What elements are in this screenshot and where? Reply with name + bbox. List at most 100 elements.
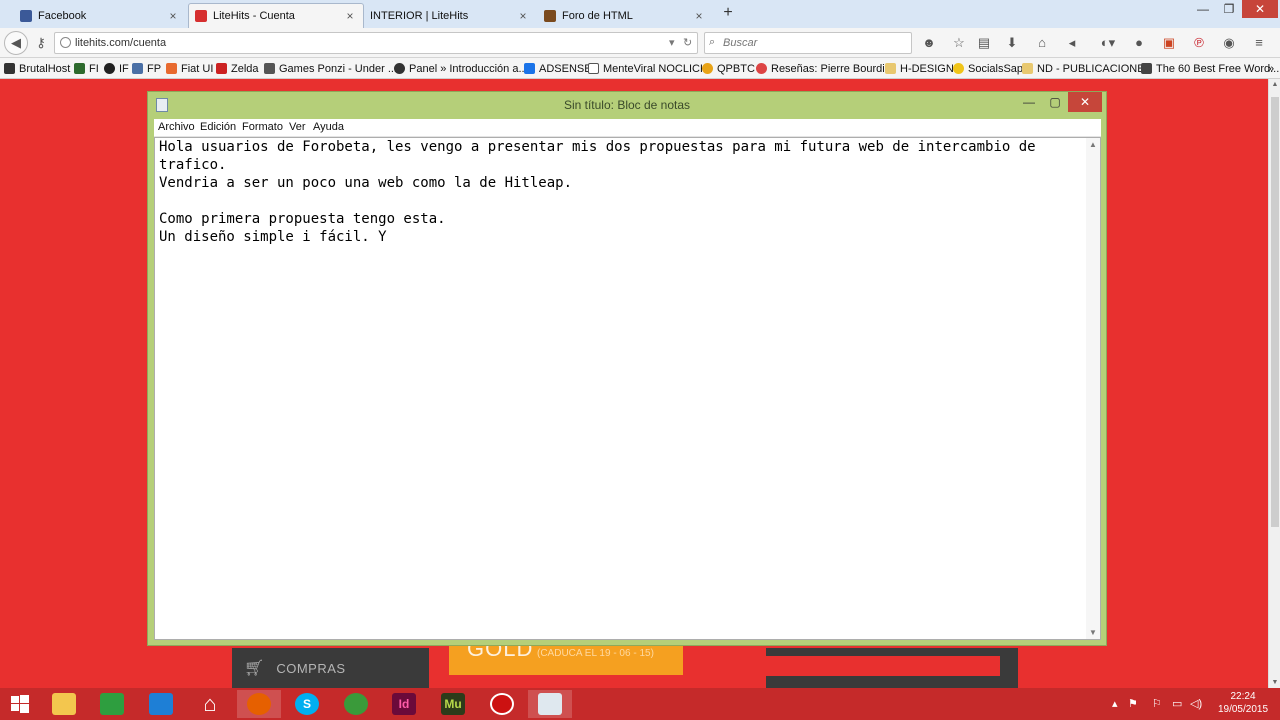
clipboard-icon[interactable]: ▤ <box>975 34 993 52</box>
notepad-close-button[interactable]: ✕ <box>1068 92 1102 112</box>
bookmark-item[interactable]: Panel » Introducción a... <box>394 61 528 76</box>
notepad-minimize-button[interactable]: — <box>1016 92 1042 112</box>
taskbar-chrome[interactable] <box>334 690 378 718</box>
dropdown-arrow-icon[interactable]: ▾ <box>669 36 675 49</box>
scrollbar-thumb[interactable] <box>1271 97 1279 527</box>
flag-icon[interactable]: ⚐ <box>1152 697 1162 710</box>
addon-icon[interactable]: ☻ <box>920 34 938 52</box>
maximize-window-button[interactable]: ❐ <box>1216 0 1242 18</box>
menu-ver[interactable]: Ver <box>289 121 306 133</box>
send-icon[interactable]: ◂ <box>1063 34 1081 52</box>
taskbar-home[interactable]: ⌂ <box>188 690 232 718</box>
taskbar-outlook[interactable] <box>139 690 183 718</box>
scroll-down-icon[interactable]: ▼ <box>1086 628 1100 637</box>
bookmark-folder[interactable]: H-DESIGN <box>885 61 954 76</box>
taskbar-file-explorer[interactable] <box>42 690 86 718</box>
back-button[interactable]: ◀ <box>4 31 28 55</box>
tab-foro-html[interactable]: Foro de HTML × <box>538 3 712 28</box>
bookmark-item[interactable]: QPBTC <box>702 61 755 76</box>
tab-interior-litehits[interactable]: INTERIOR | LiteHits × <box>364 3 536 28</box>
download-icon[interactable]: ⬇ <box>1003 34 1021 52</box>
url-bar[interactable]: litehits.com/cuenta ▾ ↻ <box>54 32 698 54</box>
taskbar-clock[interactable]: 22:24 19/05/2015 <box>1210 690 1276 716</box>
taskbar-notepad[interactable] <box>528 690 572 718</box>
windows-logo-icon <box>11 695 29 713</box>
bookmark-icon <box>4 63 15 74</box>
info-icon[interactable]: ● <box>1130 34 1148 52</box>
globe-icon <box>60 37 71 48</box>
bookmark-item[interactable]: BrutalHost <box>4 61 70 76</box>
bookmark-label: Fiat UI <box>181 62 214 75</box>
bookmark-item[interactable]: Fiat UI <box>166 61 213 76</box>
pinterest-icon[interactable]: ℗ <box>1190 34 1208 52</box>
new-tab-button[interactable]: + <box>720 4 736 22</box>
bookmark-star-icon[interactable]: ☆ <box>950 34 968 52</box>
page-scrollbar[interactable]: ▲ ▼ <box>1268 79 1280 688</box>
close-window-button[interactable]: ✕ <box>1242 0 1278 18</box>
compras-menu-item[interactable]: 🛒︎ COMPRAS <box>232 648 417 688</box>
bookmark-item[interactable]: Games Ponzi - Under ... <box>264 61 397 76</box>
taskbar-store[interactable] <box>90 690 134 718</box>
taskbar-firefox[interactable] <box>237 690 281 718</box>
show-hidden-icons[interactable]: ▴ <box>1112 697 1118 710</box>
notepad-window: Sin título: Bloc de notas — ▢ ✕ Archivo … <box>147 91 1107 646</box>
notepad-text-area[interactable]: Hola usuarios de Forobeta, les vengo a p… <box>159 138 1079 638</box>
bookmark-folder[interactable]: ND - PUBLICACIONES <box>1022 61 1152 76</box>
tab-litehits-cuenta[interactable]: LiteHits - Cuenta × <box>188 3 364 28</box>
minimize-window-button[interactable]: — <box>1190 0 1216 18</box>
volume-icon[interactable]: ◁) <box>1190 697 1202 710</box>
bookmark-icon <box>104 63 115 74</box>
taskbar-skype[interactable]: S <box>285 690 329 718</box>
bookmark-icon <box>74 63 85 74</box>
bookmark-label: SocialsSap <box>968 62 1024 75</box>
menu-formato[interactable]: Formato <box>242 121 283 133</box>
notepad-scrollbar[interactable]: ▲ ▼ <box>1086 138 1100 639</box>
forum-icon <box>544 9 556 22</box>
reload-icon[interactable]: ↻ <box>683 36 692 49</box>
bookmarks-overflow-button[interactable]: » <box>1268 61 1274 76</box>
bookmark-item[interactable]: Zelda <box>216 61 259 76</box>
bookmark-item[interactable]: ADSENSE <box>524 61 592 76</box>
bookmark-item[interactable]: Reseñas: Pierre Bourdi... <box>756 61 894 76</box>
adblock-icon[interactable]: ▣ <box>1160 34 1178 52</box>
tab-close-icon[interactable]: × <box>166 9 180 23</box>
scroll-down-icon[interactable]: ▼ <box>1269 679 1280 686</box>
bookmark-item[interactable]: FI <box>74 61 99 76</box>
start-button[interactable] <box>0 690 40 718</box>
taskbar-indesign[interactable]: Id <box>382 690 426 718</box>
taskbar: ⌂ S Id Mu ▴ ⚑ ⚐ ▭ ◁) 22:24 19/05/2015 <box>0 688 1280 720</box>
notepad-titlebar[interactable]: Sin título: Bloc de notas — ▢ ✕ <box>148 92 1106 119</box>
tab-label: INTERIOR | LiteHits <box>370 9 469 22</box>
home-icon[interactable]: ⌂ <box>1033 34 1051 52</box>
menu-icon[interactable]: ≡ <box>1250 34 1268 52</box>
menu-ayuda[interactable]: Ayuda <box>313 121 344 133</box>
bookmark-label: QPBTC <box>717 62 755 75</box>
tab-close-icon[interactable]: × <box>516 9 530 23</box>
network-icon[interactable]: ⚑ <box>1128 697 1138 710</box>
bookmark-item[interactable]: FP <box>132 61 161 76</box>
bookmark-item[interactable]: IF <box>104 61 129 76</box>
bookmark-item[interactable]: SocialsSap <box>953 61 1023 76</box>
translate-icon[interactable]: ◐▾ <box>1095 34 1121 52</box>
tab-close-icon[interactable]: × <box>692 9 706 23</box>
compras-label: COMPRAS <box>276 660 346 676</box>
scroll-up-icon[interactable]: ▲ <box>1269 81 1280 88</box>
bookmark-item[interactable]: MenteViral NOCLICK <box>588 61 707 76</box>
bookmark-icon <box>1141 63 1152 74</box>
browser-navigation-bar: ◀ ⚷ litehits.com/cuenta ▾ ↻ ⌕ ☻ ☆ ▤ ⬇ ⌂ … <box>0 28 1280 58</box>
tab-close-icon[interactable]: × <box>343 9 357 23</box>
search-bar[interactable]: ⌕ <box>704 32 912 54</box>
scroll-up-icon[interactable]: ▲ <box>1086 140 1100 149</box>
taskbar-muse[interactable]: Mu <box>431 690 475 718</box>
taskbar-recorder[interactable] <box>480 690 524 718</box>
menu-archivo[interactable]: Archivo <box>158 121 195 133</box>
menu-edicion[interactable]: Edición <box>200 121 236 133</box>
bookmark-item[interactable]: The 60 Best Free Word... <box>1141 61 1279 76</box>
monitor-icon[interactable]: ▭ <box>1172 697 1182 710</box>
url-text[interactable]: litehits.com/cuenta <box>75 37 166 49</box>
notepad-maximize-button[interactable]: ▢ <box>1042 92 1068 112</box>
chat-icon[interactable]: ◉ <box>1220 34 1238 52</box>
tab-facebook[interactable]: Facebook × <box>14 3 186 28</box>
key-icon[interactable]: ⚷ <box>31 33 51 53</box>
search-input[interactable] <box>723 35 903 51</box>
